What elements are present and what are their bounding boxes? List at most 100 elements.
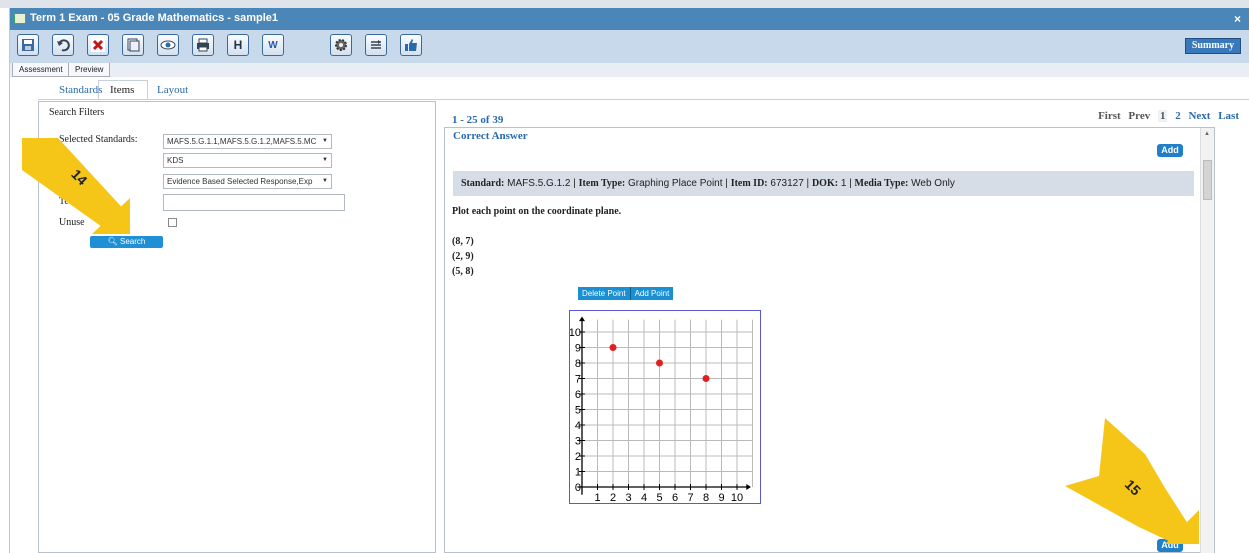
item-id-label: Item ID: bbox=[730, 178, 768, 189]
coordinate-plane-svg[interactable]: 1 2 3 4 5 6 7 8 9 10123456789100 bbox=[569, 311, 762, 505]
dok-select-value: KDS bbox=[167, 156, 184, 165]
copy-icon[interactable] bbox=[122, 34, 144, 56]
y-axis-arrow bbox=[579, 316, 585, 322]
item-type-value: Graphing Place Point bbox=[628, 178, 723, 189]
undo-icon[interactable] bbox=[52, 34, 74, 56]
x-tick-label: 1 bbox=[594, 492, 600, 504]
annotation-arrow-14: 14 bbox=[22, 138, 130, 234]
pager-next[interactable]: Next bbox=[1188, 110, 1210, 122]
x-tick-label: 9 bbox=[718, 492, 724, 504]
item-type-select-value: Evidence Based Selected Response,Exp bbox=[167, 177, 313, 186]
results-range: 1 - 25 of 39 bbox=[452, 114, 504, 126]
correct-answer-link[interactable]: Correct Answer bbox=[453, 130, 528, 142]
y-tick-label: 10 bbox=[570, 327, 581, 339]
thumbs-up-icon[interactable] bbox=[400, 34, 422, 56]
tab-divider bbox=[38, 99, 1249, 100]
unused-checkbox[interactable] bbox=[168, 218, 177, 227]
x-tick-label: 3 bbox=[625, 492, 631, 504]
preview-eye-icon[interactable] bbox=[157, 34, 179, 56]
plotted-point bbox=[656, 359, 663, 367]
y-tick-label: 1 bbox=[575, 467, 581, 479]
point-item: (5, 8) bbox=[452, 266, 474, 277]
x-tick-label: 6 bbox=[672, 492, 678, 504]
pager-prev[interactable]: Prev bbox=[1128, 110, 1150, 122]
pager-page-1[interactable]: 1 bbox=[1157, 110, 1168, 122]
y-tick-label: 2 bbox=[575, 451, 581, 463]
pager-first[interactable]: First bbox=[1098, 110, 1121, 122]
y-tick-label: 8 bbox=[575, 358, 581, 370]
window-title: Term 1 Exam - 05 Grade Mathematics - sam… bbox=[30, 12, 279, 24]
add-point-button[interactable]: Add Point bbox=[631, 287, 674, 300]
standard-label: Standard: bbox=[461, 178, 505, 189]
item-type-label: Item Type: bbox=[578, 178, 626, 189]
pager-page-2[interactable]: 2 bbox=[1175, 110, 1181, 122]
save-icon[interactable] bbox=[17, 34, 39, 56]
app-icon bbox=[14, 13, 26, 24]
sort-icon[interactable] bbox=[365, 34, 387, 56]
media-type-value: Web Only bbox=[911, 178, 955, 189]
scroll-up-icon[interactable]: ▲ bbox=[1204, 131, 1210, 137]
y-tick-label: 3 bbox=[575, 436, 581, 448]
chevron-down-icon: ▼ bbox=[322, 157, 328, 163]
point-item: (8, 7) bbox=[452, 236, 474, 247]
close-icon[interactable]: × bbox=[1234, 12, 1241, 26]
scrollbar-thumb[interactable] bbox=[1203, 160, 1212, 200]
x-tick-label: 10 bbox=[731, 492, 743, 504]
x-tick-label: 4 bbox=[641, 492, 647, 504]
search-filters-heading: Search Filters bbox=[49, 107, 105, 118]
pager-last[interactable]: Last bbox=[1218, 110, 1239, 122]
search-button-label: Search bbox=[120, 237, 146, 246]
mode-tabs: Assessment Preview bbox=[10, 63, 1249, 77]
header-icon[interactable]: H bbox=[227, 34, 249, 56]
x-tick-label: 5 bbox=[656, 492, 662, 504]
dok-value: 1 bbox=[840, 178, 847, 189]
tab-preview[interactable]: Preview bbox=[68, 63, 111, 77]
delete-point-button[interactable]: Delete Point bbox=[578, 287, 631, 300]
item-id-value: 673127 bbox=[770, 178, 804, 189]
y-tick-label: 4 bbox=[575, 420, 581, 432]
plotted-point bbox=[702, 375, 710, 382]
x-axis-arrow bbox=[746, 484, 751, 490]
y-tick-label: 5 bbox=[575, 405, 581, 417]
standards-select-value: MAFS.5.G.1.1,MAFS.5.G.1.2,MAFS.5.MC bbox=[167, 137, 317, 146]
tab-standards[interactable]: Standards bbox=[59, 84, 102, 96]
x-tick-label: 2 bbox=[610, 492, 616, 504]
x-tick-label: 7 bbox=[687, 492, 693, 504]
tab-layout[interactable]: Layout bbox=[157, 84, 188, 96]
print-icon[interactable] bbox=[192, 34, 214, 56]
origin-label: 0 bbox=[575, 482, 581, 494]
item-type-select[interactable]: Evidence Based Selected Response,Exp ▼ bbox=[163, 174, 332, 189]
settings-icon[interactable] bbox=[330, 34, 352, 56]
x-tick-label: 8 bbox=[703, 492, 709, 504]
question-text: Plot each point on the coordinate plane. bbox=[452, 206, 622, 217]
summary-button[interactable]: Summary bbox=[1185, 38, 1241, 54]
plotted-point bbox=[609, 344, 617, 351]
delete-icon[interactable] bbox=[87, 34, 109, 56]
item-info-bar: Standard: MAFS.5.G.1.2 | Item Type: Grap… bbox=[453, 171, 1194, 196]
text-search-input[interactable] bbox=[163, 194, 345, 211]
graph-toolbar: Delete Point Add Point bbox=[578, 287, 674, 300]
dok-select[interactable]: KDS ▼ bbox=[163, 153, 332, 168]
search-icon: 🔍︎ bbox=[107, 237, 118, 246]
y-tick-label: 7 bbox=[575, 374, 581, 386]
window-left-edge bbox=[0, 8, 10, 553]
toolbar: H W Summary bbox=[10, 30, 1249, 63]
annotation-arrow-15: 15 bbox=[1065, 418, 1199, 544]
media-type-label: Media Type: bbox=[854, 178, 909, 189]
y-tick-label: 6 bbox=[575, 389, 581, 401]
dok-label: DOK: bbox=[811, 178, 839, 189]
standard-value: MAFS.5.G.1.2 bbox=[507, 178, 571, 189]
point-item: (2, 9) bbox=[452, 251, 474, 262]
add-button[interactable]: Add bbox=[1157, 144, 1183, 157]
chevron-down-icon: ▼ bbox=[322, 178, 328, 184]
standards-select[interactable]: MAFS.5.G.1.1,MAFS.5.G.1.2,MAFS.5.MC ▼ bbox=[163, 134, 332, 149]
pagination: First Prev 1 2 Next Last bbox=[1093, 110, 1239, 122]
word-export-icon[interactable]: W bbox=[262, 34, 284, 56]
tab-assessment[interactable]: Assessment bbox=[12, 63, 70, 77]
background-window-strip bbox=[0, 0, 1249, 8]
tab-items[interactable]: Items bbox=[110, 84, 134, 96]
y-tick-label: 9 bbox=[575, 343, 581, 355]
window-titlebar: Term 1 Exam - 05 Grade Mathematics - sam… bbox=[10, 8, 1249, 30]
coordinate-plane[interactable]: 1 2 3 4 5 6 7 8 9 10 1 2 3 4 5 6 7 8 9 10 0 bbox=[569, 310, 761, 504]
chevron-down-icon: ▼ bbox=[322, 138, 328, 144]
